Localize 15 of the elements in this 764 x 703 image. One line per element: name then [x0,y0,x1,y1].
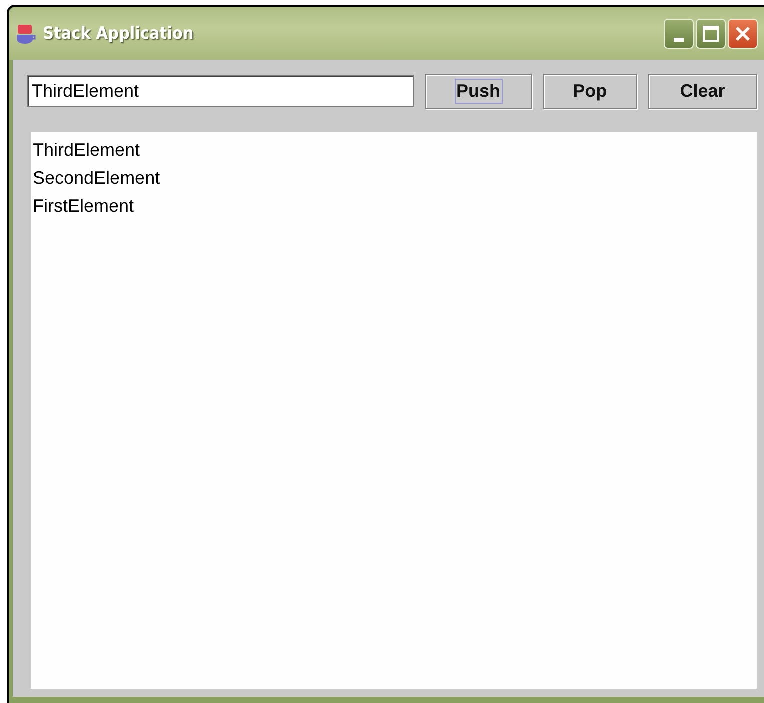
action-button[interactable]: Pop [542,74,638,108]
maximize-icon [703,26,719,42]
list-item[interactable]: SecondElement [33,164,160,192]
minimize-button[interactable] [664,18,694,48]
close-button[interactable] [728,18,758,48]
minimize-icon [674,38,684,42]
list-item[interactable]: FirstElement [33,192,134,220]
close-icon [735,26,751,42]
text-field[interactable]: ThirdElement [27,75,414,107]
action-button[interactable]: Push [425,74,532,108]
list-item[interactable]: ThirdElement [33,136,140,164]
maximize-button[interactable] [696,18,726,48]
cup-icon [15,22,37,44]
window-title: Stack Application [43,24,194,44]
action-button[interactable]: Clear [648,74,757,108]
